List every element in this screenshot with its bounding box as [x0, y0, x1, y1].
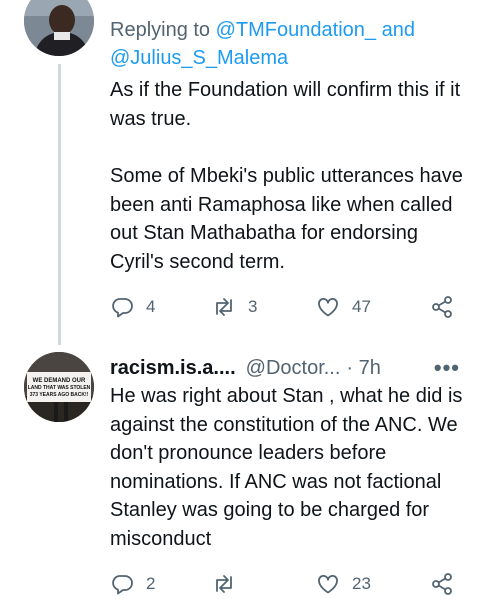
more-options-icon[interactable]: •••	[434, 354, 460, 382]
thread-line	[58, 64, 61, 345]
retweet-button[interactable]: 3	[212, 292, 257, 322]
like-button[interactable]: 23	[316, 569, 371, 599]
tweet-text-paragraph-2: Some of Mbeki's public utterances have b…	[110, 165, 463, 273]
avatar[interactable]: WE DEMAND OUR LAND THAT WAS STOLEN 373 Y…	[24, 352, 94, 422]
tweet-header: racism.is.a.... @Doctor... · 7h •••	[110, 354, 460, 382]
like-button[interactable]: 47	[316, 292, 371, 322]
retweet-icon	[216, 298, 232, 316]
tweet-actions: 2 23	[110, 569, 460, 599]
user-handle[interactable]: @Doctor...	[246, 357, 341, 379]
share-icon	[432, 296, 452, 318]
sign-text-line2: LAND THAT WAS STOLEN	[28, 385, 91, 391]
like-icon	[318, 574, 338, 594]
avatar[interactable]	[24, 0, 94, 56]
replying-to: Replying to @TMFoundation_ and @Julius_S…	[110, 16, 470, 72]
share-button[interactable]	[430, 292, 454, 322]
reply-icon	[112, 575, 133, 595]
retweet-count: 3	[248, 297, 258, 316]
like-count: 47	[352, 297, 371, 316]
reply-count: 2	[146, 574, 156, 593]
reply-button[interactable]: 4	[110, 292, 155, 322]
tweet-actions: 4 3 47	[110, 292, 460, 322]
mention-julius-malema[interactable]: @Julius_S_Malema	[110, 47, 288, 69]
share-icon	[432, 573, 452, 595]
replying-prefix: Replying to	[110, 19, 216, 41]
sign-text-line1: WE DEMAND OUR	[33, 378, 86, 384]
reply-count: 4	[146, 297, 156, 316]
avatar-photo: WE DEMAND OUR LAND THAT WAS STOLEN 373 Y…	[24, 352, 94, 422]
reply-button[interactable]: 2	[110, 569, 155, 599]
timestamp[interactable]: · 7h	[346, 357, 380, 379]
retweet-icon	[216, 575, 232, 593]
like-icon	[318, 297, 338, 317]
display-name[interactable]: racism.is.a....	[110, 357, 236, 379]
avatar-photo	[24, 0, 94, 56]
sign-text-line3: 373 YEARS AGO BACK!!	[30, 392, 89, 398]
tweet-text-paragraph-1: As if the Foundation will confirm this i…	[110, 79, 461, 130]
share-button[interactable]	[430, 569, 454, 599]
and-text: and	[376, 19, 415, 41]
mention-tmfoundation[interactable]: @TMFoundation_	[216, 19, 376, 41]
like-count: 23	[352, 574, 371, 593]
retweet-button[interactable]	[212, 569, 236, 599]
tweet-text: He was right about Stan , what he did is…	[110, 385, 463, 550]
reply-icon	[112, 298, 133, 318]
